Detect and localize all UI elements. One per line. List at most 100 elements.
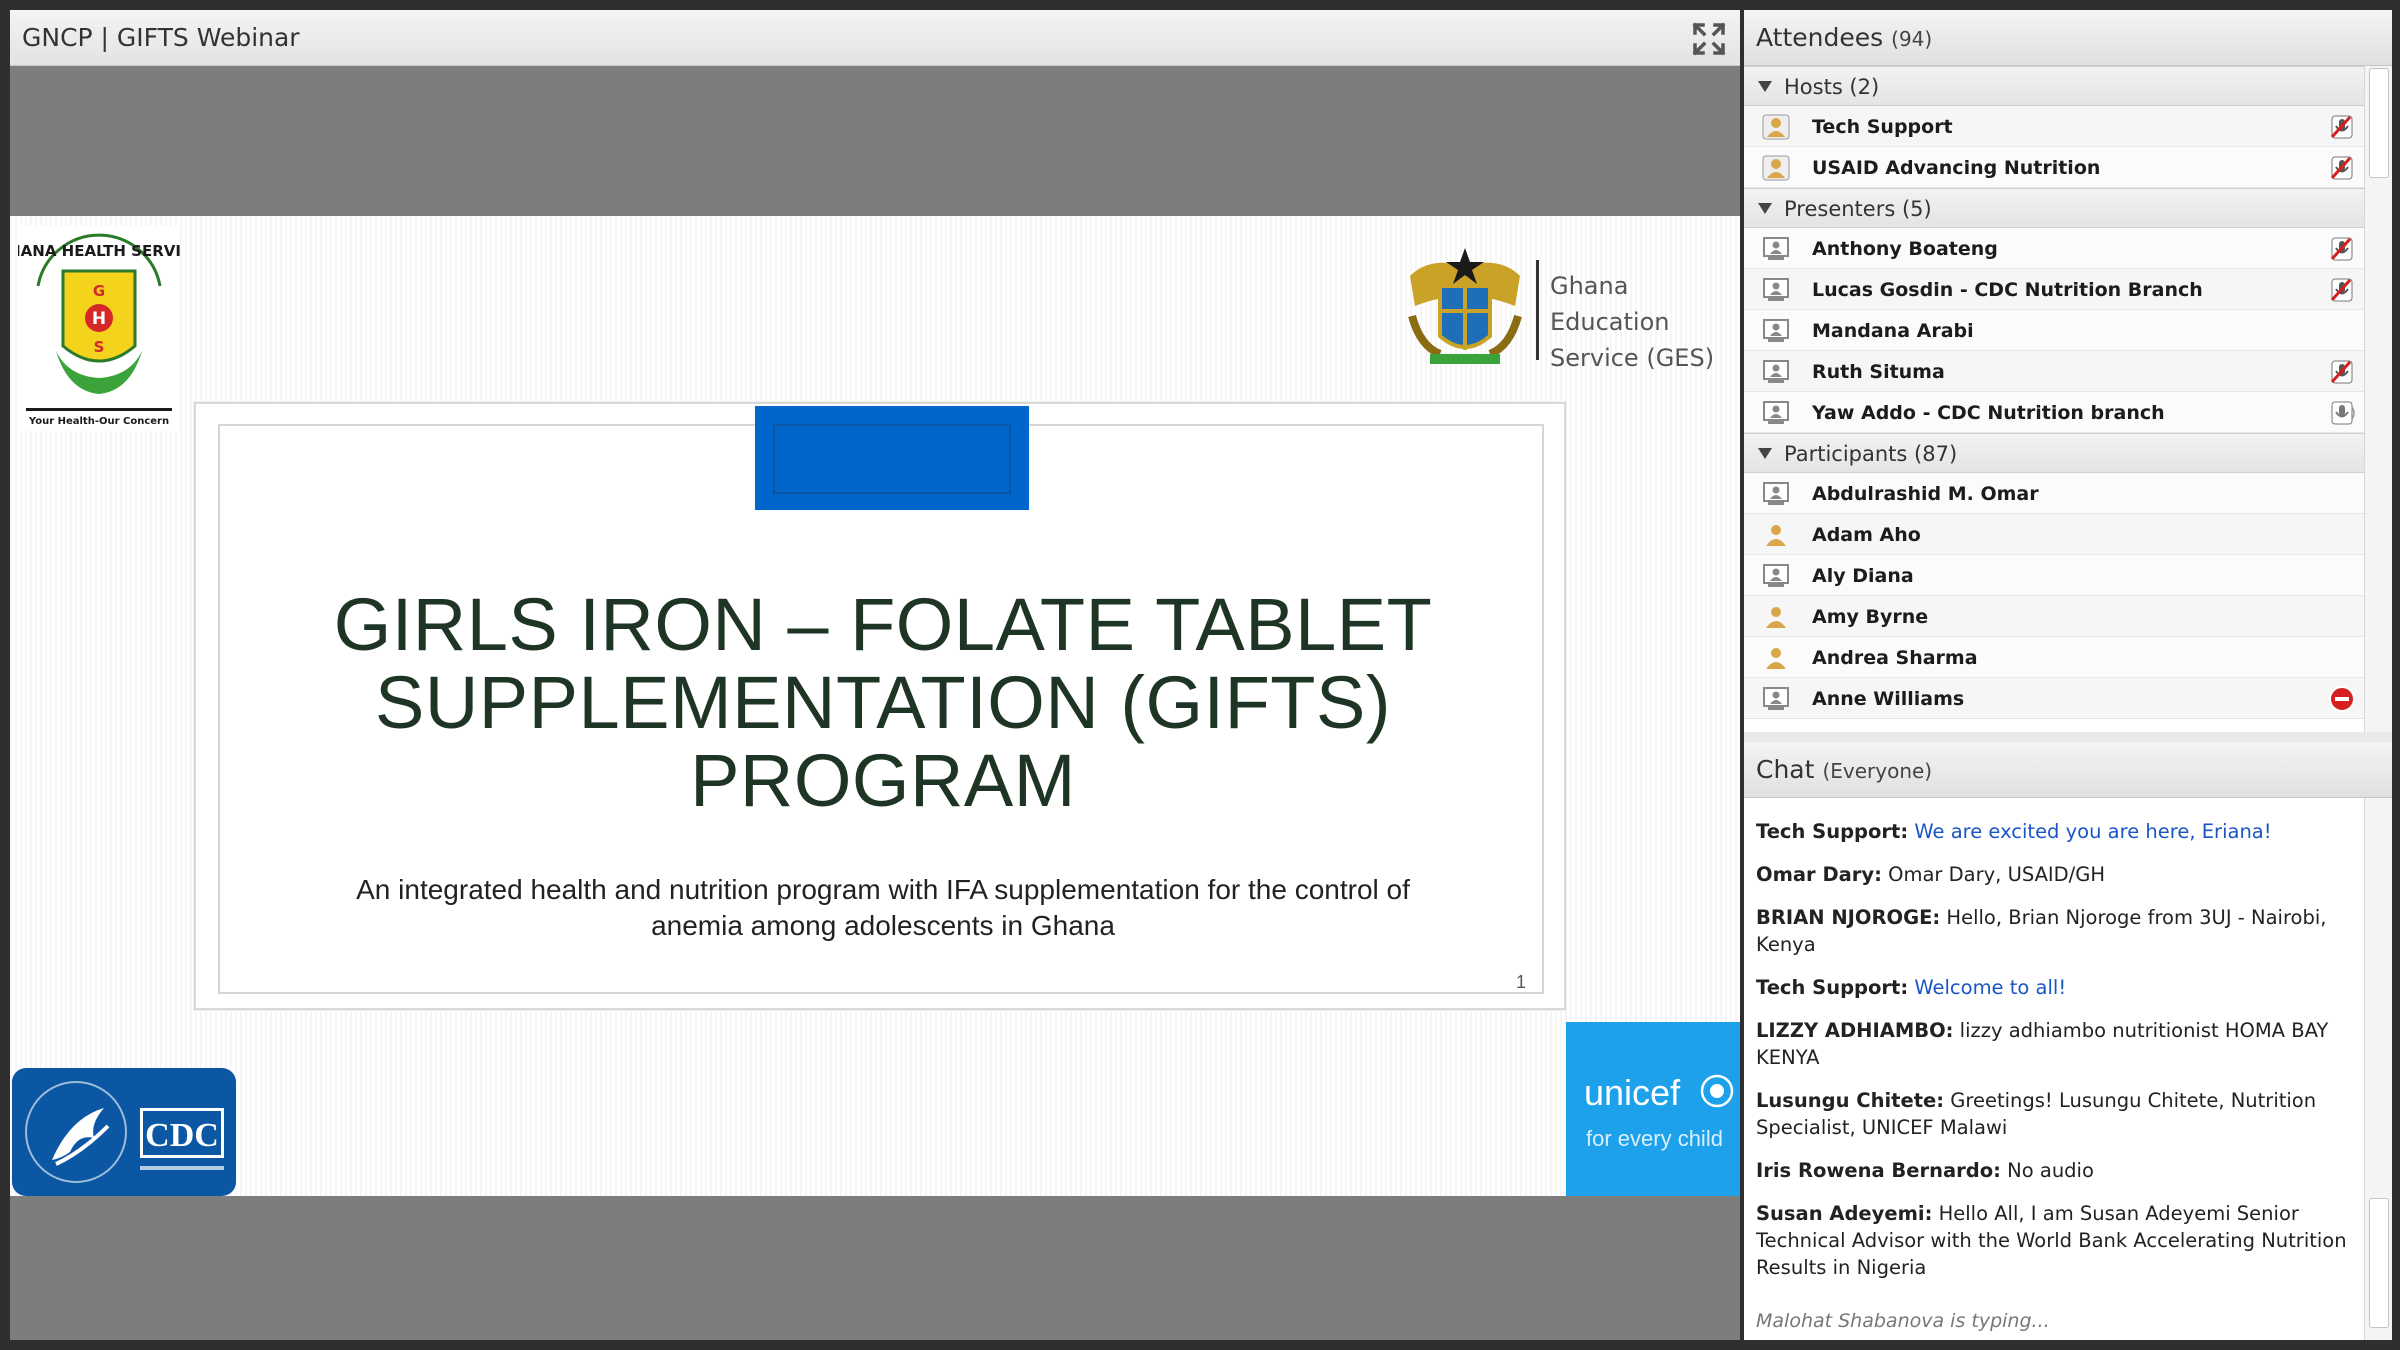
- slide-subtitle-line2: anemia among adolescents in Ghana: [651, 910, 1115, 941]
- chat-sender: LIZZY ADHIAMBO:: [1756, 1019, 1954, 1042]
- attendee-list[interactable]: Hosts (2) Tech Support USAID Advancing N…: [1744, 66, 2364, 732]
- attendee-row[interactable]: USAID Advancing Nutrition: [1744, 147, 2364, 188]
- attendees-title-label: Attendees: [1756, 23, 1884, 52]
- webinar-app: GNCP | GIFTS Webinar GHANA HEALTH SERVIC…: [0, 0, 2400, 1350]
- ges-name-line1: Ghana Education: [1550, 272, 1670, 336]
- attendee-name: Aly Diana: [1812, 565, 1914, 587]
- attendee-row[interactable]: Ruth Situma: [1744, 351, 2364, 392]
- share-pod: GNCP | GIFTS Webinar GHANA HEALTH SERVIC…: [10, 10, 1740, 1340]
- expand-icon[interactable]: [1692, 22, 1726, 56]
- attendees-pod: Attendees (94) Hosts (2) Tech Support USA…: [1744, 10, 2392, 732]
- attendee-name: Tech Support: [1812, 116, 1953, 138]
- ges-name-line2: Service (GES): [1550, 344, 1715, 372]
- chat-message: Iris Rowena Bernardo: No audio: [1756, 1157, 2352, 1184]
- attendee-row[interactable]: Andrea Sharma: [1744, 637, 2364, 678]
- attendees-scroll-thumb[interactable]: [2369, 68, 2389, 178]
- do-not-enter-icon: [2329, 686, 2355, 712]
- slide-title: GIRLS IRON – FOLATE TABLET SUPPLEMENTATI…: [220, 586, 1546, 820]
- collapse-triangle-icon[interactable]: [1758, 203, 1772, 214]
- presenter-avatar-icon: [1763, 401, 1789, 424]
- chat-message: BRIAN NJOROGE: Hello, Brian Njoroge from…: [1756, 904, 2352, 958]
- participant-screen-icon: [1763, 564, 1789, 587]
- collapse-triangle-icon[interactable]: [1758, 448, 1772, 459]
- presenter-avatar-icon: [1763, 278, 1789, 301]
- attendee-row[interactable]: Yaw Addo - CDC Nutrition branch: [1744, 392, 2364, 433]
- slide-title-line3: PROGRAM: [690, 739, 1076, 822]
- slide-title-line2: SUPPLEMENTATION (GIFTS): [374, 661, 1392, 744]
- participant-avatar-icon: [1766, 607, 1786, 628]
- chat-sender: Susan Adeyemi:: [1756, 1202, 1933, 1225]
- svg-text:Your Health-Our Concern: Your Health-Our Concern: [28, 416, 169, 427]
- attendee-row[interactable]: Amy Byrne: [1744, 596, 2364, 637]
- host-avatar-icon: [1762, 155, 1790, 181]
- mic-pencil-icon: [2330, 278, 2353, 302]
- chat-scope[interactable]: (Everyone): [1822, 759, 1932, 783]
- presenter-avatar-icon: [1763, 237, 1789, 260]
- attendee-row[interactable]: Mandana Arabi: [1744, 310, 2364, 351]
- ghana-coat-of-arms-logo: [1408, 248, 1522, 364]
- group-presenters-label: Presenters (5): [1784, 197, 1932, 221]
- attendee-row[interactable]: Aly Diana: [1744, 555, 2364, 596]
- chat-sender: Lusungu Chitete:: [1756, 1089, 1945, 1112]
- slide-page-number: 1: [1515, 972, 1526, 992]
- chat-sender: BRIAN NJOROGE:: [1756, 906, 1941, 929]
- attendee-name: Andrea Sharma: [1812, 647, 1978, 669]
- svg-text:G: G: [93, 282, 105, 300]
- chat-message: Lusungu Chitete: Greetings! Lusungu Chit…: [1756, 1087, 2352, 1141]
- chat-header: Chat (Everyone): [1744, 742, 2392, 798]
- group-participants[interactable]: Participants (87): [1744, 433, 2364, 473]
- chat-title: Chat (Everyone): [1756, 755, 1932, 784]
- attendee-name: Amy Byrne: [1812, 606, 1929, 628]
- participant-screen-icon: [1763, 482, 1789, 505]
- presenter-avatar-icon: [1763, 319, 1789, 342]
- attendee-row[interactable]: Abdulrashid M. Omar: [1744, 473, 2364, 514]
- chat-pod: Chat (Everyone) Tech Support: We are exci…: [1744, 742, 2392, 1340]
- attendee-row[interactable]: Anne Williams: [1744, 678, 2364, 719]
- attendee-row[interactable]: Anthony Boateng: [1744, 228, 2364, 269]
- chat-text: No audio: [2007, 1159, 2094, 1182]
- collapse-triangle-icon[interactable]: [1758, 81, 1772, 92]
- attendee-name: Adam Aho: [1812, 524, 1921, 546]
- attendee-name: Lucas Gosdin - CDC Nutrition Branch: [1812, 279, 2203, 301]
- attendee-name: Anthony Boateng: [1812, 238, 1998, 260]
- slide-subtitle-line1: An integrated health and nutrition progr…: [356, 874, 1410, 905]
- attendee-name: Anne Williams: [1812, 688, 1965, 710]
- ges-name: Ghana Education Service (GES): [1550, 268, 1740, 376]
- host-avatar-icon: [1762, 114, 1790, 140]
- chat-message: Susan Adeyemi: Hello All, I am Susan Ade…: [1756, 1200, 2352, 1281]
- logo-divider: [1536, 260, 1539, 360]
- attendees-header: Attendees (94): [1744, 10, 2392, 66]
- cdc-hhs-logo: CDC: [12, 1068, 236, 1196]
- chat-message: Omar Dary: Omar Dary, USAID/GH: [1756, 861, 2352, 888]
- slide-content: GIRLS IRON – FOLATE TABLET SUPPLEMENTATI…: [218, 406, 1546, 994]
- attendee-row[interactable]: Adam Aho: [1744, 514, 2364, 555]
- ghana-health-service-logo: GHANA HEALTH SERVICE H G S Your Health-O…: [18, 226, 180, 431]
- participant-avatar-icon: [1766, 648, 1786, 669]
- participant-avatar-icon: [1766, 525, 1786, 546]
- group-hosts[interactable]: Hosts (2): [1744, 66, 2364, 106]
- chat-text: Welcome to all!: [1914, 976, 2067, 999]
- attendee-row[interactable]: Lucas Gosdin - CDC Nutrition Branch: [1744, 269, 2364, 310]
- chat-message: LIZZY ADHIAMBO: lizzy adhiambo nutrition…: [1756, 1017, 2352, 1071]
- svg-text:CDC: CDC: [145, 1117, 219, 1154]
- chat-sender: Tech Support:: [1756, 976, 1909, 999]
- unicef-tagline: for every child: [1586, 1126, 1723, 1151]
- attendee-row[interactable]: Tech Support: [1744, 106, 2364, 147]
- attendees-scrollbar[interactable]: [2364, 66, 2392, 732]
- attendee-name: USAID Advancing Nutrition: [1812, 157, 2101, 179]
- slide-frame: GIRLS IRON – FOLATE TABLET SUPPLEMENTATI…: [194, 402, 1566, 1010]
- slide-blue-box: [755, 406, 1029, 510]
- unicef-globe-icon: [1700, 1074, 1734, 1108]
- chat-sender: Omar Dary:: [1756, 863, 1882, 886]
- attendee-name: Yaw Addo - CDC Nutrition branch: [1812, 402, 2165, 424]
- chat-message-list: Tech Support: We are excited you are her…: [1756, 818, 2352, 1297]
- presentation-slide: GHANA HEALTH SERVICE H G S Your Health-O…: [10, 216, 1740, 1196]
- chat-scrollbar[interactable]: [2364, 798, 2392, 1340]
- share-pod-header: GNCP | GIFTS Webinar: [10, 10, 1740, 66]
- slide-title-line1: GIRLS IRON – FOLATE TABLET: [333, 583, 1433, 666]
- presenter-avatar-icon: [1763, 360, 1789, 383]
- chat-scroll-thumb[interactable]: [2369, 1198, 2389, 1328]
- group-presenters[interactable]: Presenters (5): [1744, 188, 2364, 228]
- chat-sender: Tech Support:: [1756, 820, 1909, 843]
- typing-indicator: Malohat Shabanova is typing...: [1756, 1310, 2050, 1332]
